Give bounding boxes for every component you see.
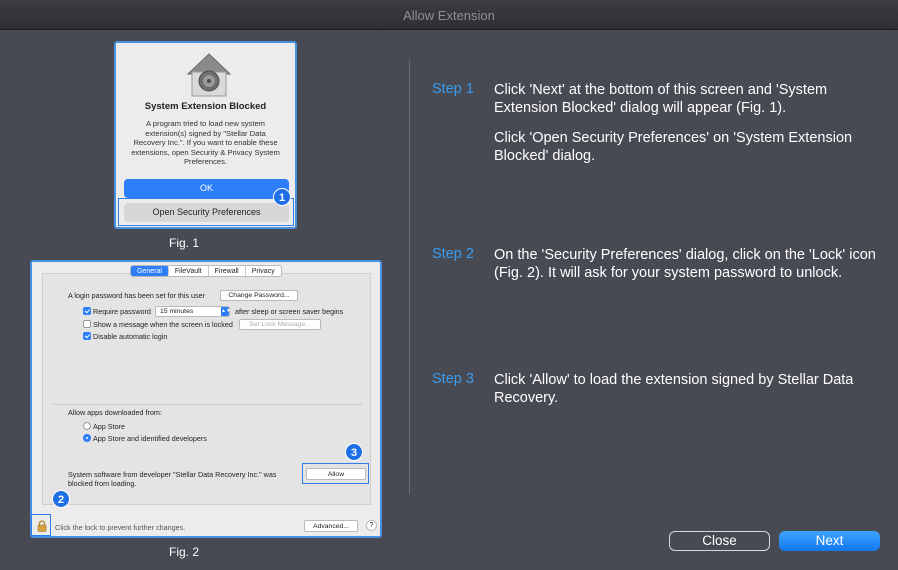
window-title: Allow Extension	[403, 8, 495, 23]
blocked-text-line2: blocked from loading.	[68, 479, 137, 488]
app-store-radio[interactable]	[83, 422, 91, 430]
security-house-icon	[186, 53, 232, 97]
next-button[interactable]: Next	[779, 531, 880, 551]
step1-label: Step 1	[432, 81, 474, 97]
vertical-divider	[409, 60, 410, 494]
tab-general[interactable]: General	[131, 266, 169, 276]
step3-label: Step 3	[432, 371, 474, 387]
after-sleep-text: after sleep or screen saver begins	[235, 307, 344, 316]
set-lock-message-button[interactable]: Set Lock Message...	[239, 319, 321, 330]
fig1-caption: Fig. 1	[169, 236, 200, 250]
blocked-text-line1: System software from developer "Stellar …	[68, 470, 277, 479]
help-button[interactable]: ?	[366, 520, 377, 531]
change-password-button[interactable]: Change Password...	[220, 290, 298, 301]
show-message-checkbox[interactable]	[83, 320, 91, 328]
step2-label: Step 2	[432, 246, 474, 262]
tab-privacy[interactable]: Privacy	[246, 266, 281, 276]
title-bar: Allow Extension	[0, 0, 898, 30]
step1-text2: Click 'Open Security Preferences' on 'Sy…	[494, 130, 853, 164]
require-password-label: Require password	[93, 307, 151, 316]
dialog-body: A program tried to load new system exten…	[131, 119, 280, 167]
disable-auto-login-checkbox[interactable]	[83, 332, 91, 340]
step1-text: Click 'Next' at the bottom of this scree…	[494, 82, 828, 116]
lock-highlight	[31, 514, 51, 536]
ok-button[interactable]: OK	[124, 179, 289, 198]
callout-1: 1	[273, 188, 291, 206]
lock-text: Click the lock to prevent further change…	[55, 523, 186, 532]
section-divider	[53, 404, 362, 405]
fig2-security-preferences-panel: A login password has been set for this u…	[30, 260, 382, 538]
callout-3: 3	[345, 443, 363, 461]
login-password-text: A login password has been set for this u…	[68, 291, 206, 300]
require-password-checkbox[interactable]	[83, 307, 91, 315]
require-password-select[interactable]: 15 minutes ▲▼	[155, 306, 231, 317]
app-store-label: App Store	[93, 422, 125, 431]
app-store-identified-radio[interactable]	[83, 434, 91, 442]
select-arrows-icon: ▲▼	[221, 307, 231, 316]
require-password-value: 15 minutes	[160, 308, 194, 315]
fig2-caption: Fig. 2	[169, 545, 200, 559]
open-security-highlight	[118, 198, 294, 226]
close-button[interactable]: Close	[669, 531, 770, 551]
show-message-label: Show a message when the screen is locked	[93, 320, 233, 329]
step3-text: Click 'Allow' to load the extension sign…	[494, 372, 854, 406]
allow-highlight	[302, 463, 369, 484]
callout-2: 2	[52, 490, 70, 508]
step2-text: On the 'Security Preferences' dialog, cl…	[494, 247, 876, 281]
app-store-identified-label: App Store and identified developers	[93, 434, 207, 443]
tab-filevault[interactable]: FileVault	[169, 266, 209, 276]
dialog-title: System Extension Blocked	[144, 101, 267, 112]
disable-auto-login-label: Disable automatic login	[93, 332, 168, 341]
advanced-button[interactable]: Advanced...	[304, 520, 358, 532]
preferences-tabs: General FileVault Firewall Privacy	[130, 265, 282, 277]
allow-apps-text: Allow apps downloaded from:	[68, 408, 162, 417]
tab-firewall[interactable]: Firewall	[209, 266, 246, 276]
